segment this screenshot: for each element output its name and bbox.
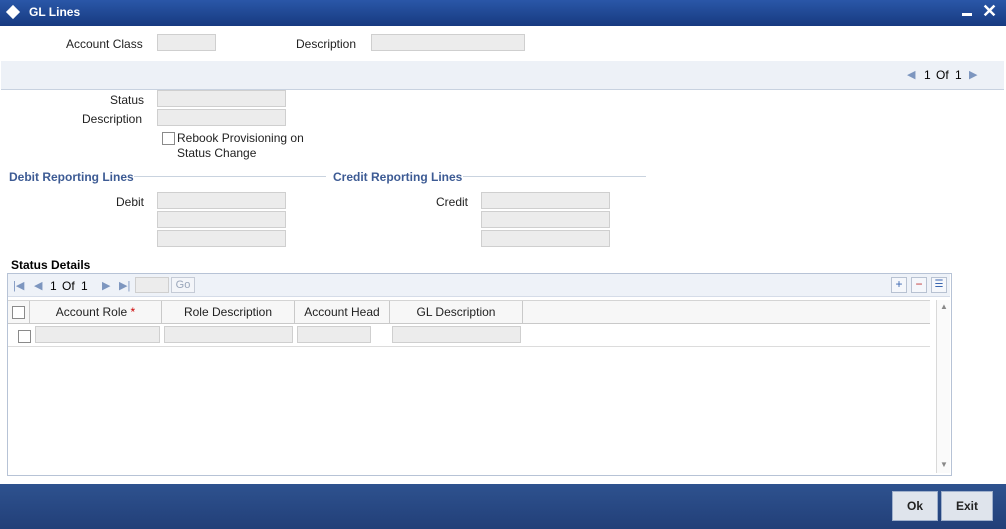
prev-page-icon[interactable]: ◀ [34,279,42,292]
header-description-field[interactable] [371,34,525,51]
go-button[interactable]: Go [171,277,195,293]
gl-description-input[interactable] [392,326,521,343]
prev-record-icon[interactable]: ◀ [907,68,915,81]
credit-field-1[interactable] [481,192,610,209]
first-page-icon[interactable]: |◀ [13,279,24,292]
status-description-field[interactable] [157,109,286,126]
status-label: Status [110,93,145,107]
single-view-icon[interactable]: ☰ [931,277,947,293]
col-account-role-label: Account Role [55,305,128,319]
page-of-label: Of [62,279,75,293]
minimize-icon[interactable] [962,13,972,16]
status-details-title: Status Details [11,258,91,272]
add-row-icon[interactable]: + [891,277,907,293]
page-current: 1 [50,279,57,293]
next-record-icon[interactable]: ▶ [969,68,977,81]
title-bar [0,0,1006,26]
ok-button[interactable]: Ok [892,491,938,521]
record-current: 1 [924,68,931,82]
credit-legend: Credit Reporting Lines [333,170,463,184]
close-icon[interactable]: ✕ [982,1,997,21]
record-of-label: Of [936,68,949,82]
debit-divider [134,176,326,177]
col-gl-description[interactable]: GL Description [390,305,522,319]
debit-field-3[interactable] [157,230,286,247]
grid-header-row: Account Role * Role Description Account … [8,300,930,324]
account-head-input[interactable] [297,326,371,343]
status-description-label: Description [82,112,143,126]
select-all-checkbox[interactable] [12,306,25,319]
grid-vertical-scrollbar[interactable]: ▲ ▼ [936,300,950,473]
rebook-label-line2: Status Change [177,146,257,160]
credit-divider [463,176,646,177]
window-title: GL Lines [29,5,81,19]
debit-label: Debit [116,195,145,209]
last-page-icon[interactable]: ▶| [119,279,130,292]
col-account-role[interactable]: Account Role * [30,305,161,319]
table-row [8,323,930,347]
account-role-input[interactable] [35,326,160,343]
credit-field-3[interactable] [481,230,610,247]
page-total: 1 [81,279,88,293]
next-page-icon[interactable]: ▶ [102,279,110,292]
credit-label: Credit [436,195,469,209]
required-marker: * [130,305,136,319]
record-total: 1 [955,68,962,82]
scroll-down-icon[interactable]: ▼ [940,460,948,469]
account-class-field[interactable] [157,34,216,51]
page-number-input[interactable] [135,277,169,293]
credit-field-2[interactable] [481,211,610,228]
row-select-checkbox[interactable] [18,330,31,343]
header-description-label: Description [296,37,357,51]
exit-button[interactable]: Exit [941,491,993,521]
col-account-head[interactable]: Account Head [295,305,389,319]
rebook-label-line1: Rebook Provisioning on [177,131,304,145]
role-description-input[interactable] [164,326,293,343]
rebook-provisioning-checkbox[interactable] [162,132,175,145]
status-field[interactable] [157,90,286,107]
debit-field-2[interactable] [157,211,286,228]
scroll-up-icon[interactable]: ▲ [940,302,948,311]
record-nav-band [1,61,1004,90]
footer-bar [0,484,1006,529]
delete-row-icon[interactable]: − [911,277,927,293]
debit-legend: Debit Reporting Lines [9,170,134,184]
col-separator [522,301,523,323]
account-class-label: Account Class [66,37,143,51]
col-role-description[interactable]: Role Description [162,305,294,319]
debit-field-1[interactable] [157,192,286,209]
